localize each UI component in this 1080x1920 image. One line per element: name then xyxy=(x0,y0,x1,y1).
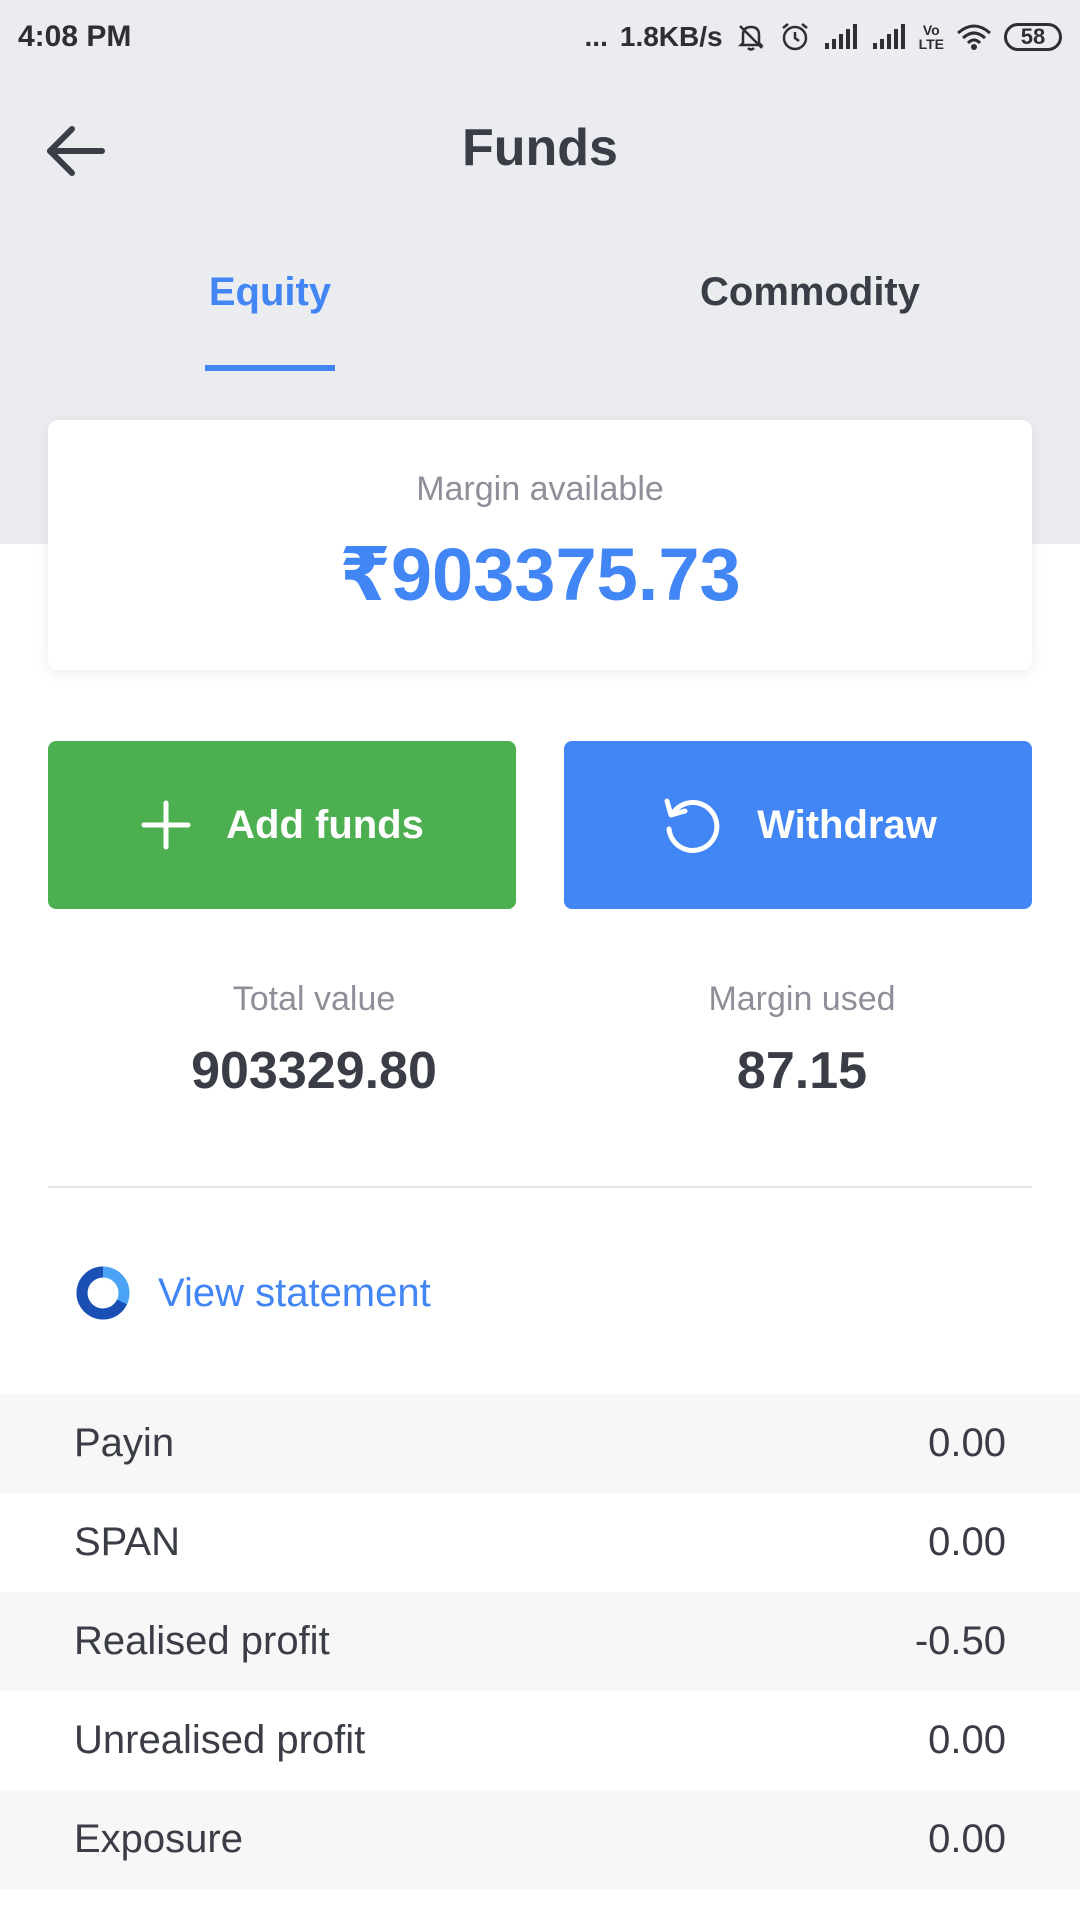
total-value-label: Total value xyxy=(232,980,396,1018)
plus-icon xyxy=(140,799,192,851)
list-item-span: SPAN 0.00 xyxy=(0,1493,1080,1592)
margin-used-label: Margin used xyxy=(708,980,896,1018)
page-title: Funds xyxy=(462,119,618,177)
mute-icon xyxy=(735,17,767,57)
statement-ring-icon xyxy=(74,1264,132,1322)
section-divider xyxy=(48,1186,1032,1188)
volte-label-bottom: LTE xyxy=(918,36,944,52)
tab-commodity[interactable]: Commodity xyxy=(680,260,940,372)
status-icons: ... 1.8KB/s Vo LTE 58 xyxy=(585,17,1062,57)
list-item-realised-profit: Realised profit -0.50 xyxy=(0,1592,1080,1691)
signal-icon xyxy=(823,17,859,57)
row-label: Realised profit xyxy=(74,1619,330,1663)
more-dots: ... xyxy=(584,21,608,52)
tab-commodity-label: Commodity xyxy=(700,270,920,314)
volte-icon: Vo LTE xyxy=(919,17,944,57)
funds-breakdown-list: Payin 0.00 SPAN 0.00 Realised profit -0.… xyxy=(0,1394,1080,1889)
margin-used-amount: 87.15 xyxy=(736,1042,868,1100)
row-label: Unrealised profit xyxy=(74,1718,366,1762)
active-tab-indicator xyxy=(205,365,335,371)
row-label: Exposure xyxy=(74,1817,243,1861)
view-statement-label: View statement xyxy=(158,1270,431,1315)
tab-equity-label: Equity xyxy=(208,270,332,314)
network-speed: 1.8KB/s xyxy=(619,21,723,52)
app-header: Funds xyxy=(0,100,1080,200)
withdraw-button[interactable]: Withdraw xyxy=(564,741,1032,909)
row-value: 0.00 xyxy=(928,1421,1006,1465)
margin-available-label: Margin available xyxy=(416,470,664,508)
total-value-amount: 903329.80 xyxy=(191,1042,437,1100)
view-statement-link[interactable]: View statement xyxy=(74,1258,431,1328)
alarm-icon xyxy=(779,17,811,57)
battery-indicator: 58 xyxy=(1004,23,1062,51)
margin-available-value: ₹903375.73 xyxy=(339,533,741,616)
refresh-icon xyxy=(659,793,723,857)
margin-used-stat: Margin used 87.15 xyxy=(582,980,1022,1101)
row-value: 0.00 xyxy=(928,1520,1006,1564)
add-funds-label: Add funds xyxy=(226,802,424,847)
list-item-exposure: Exposure 0.00 xyxy=(0,1790,1080,1889)
wifi-icon xyxy=(956,17,992,57)
row-value: -0.50 xyxy=(914,1619,1006,1663)
tab-bar: Equity Commodity xyxy=(0,260,1080,372)
withdraw-label: Withdraw xyxy=(757,802,937,847)
total-value-stat: Total value 903329.80 xyxy=(94,980,534,1101)
signal-icon xyxy=(871,17,907,57)
margin-available-card: Margin available ₹903375.73 xyxy=(48,420,1032,670)
funds-screen: 4:08 PM ... 1.8KB/s Vo LTE 58 Funds Equi… xyxy=(0,0,1080,1920)
status-bar: 4:08 PM ... 1.8KB/s Vo LTE 58 xyxy=(0,0,1080,74)
status-time: 4:08 PM xyxy=(18,20,132,53)
row-label: SPAN xyxy=(74,1520,180,1564)
row-label: Payin xyxy=(74,1421,175,1465)
row-value: 0.00 xyxy=(928,1817,1006,1861)
list-item-payin: Payin 0.00 xyxy=(0,1394,1080,1493)
list-item-unrealised-profit: Unrealised profit 0.00 xyxy=(0,1691,1080,1790)
volte-label-top: Vo xyxy=(922,22,940,38)
row-value: 0.00 xyxy=(928,1718,1006,1762)
add-funds-button[interactable]: Add funds xyxy=(48,741,516,909)
tab-equity[interactable]: Equity xyxy=(205,260,335,372)
